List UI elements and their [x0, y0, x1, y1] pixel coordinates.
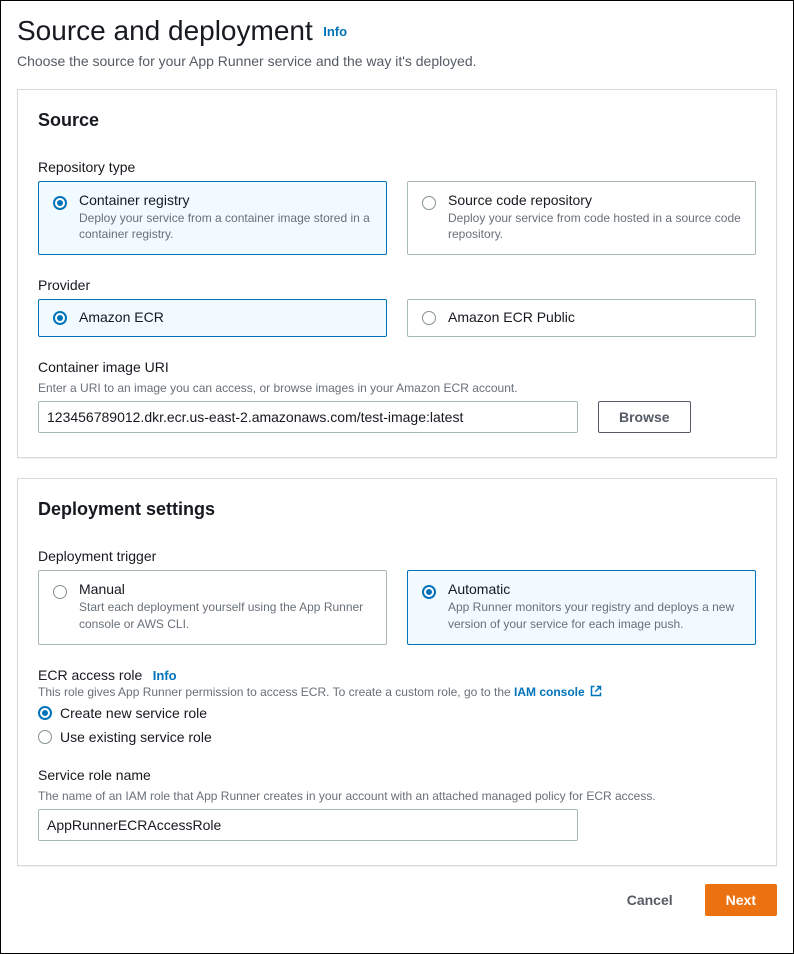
- tile-desc: App Runner monitors your registry and de…: [448, 599, 741, 631]
- tile-container-registry[interactable]: Container registry Deploy your service f…: [38, 181, 387, 255]
- ecr-role-info-link[interactable]: Info: [153, 668, 177, 683]
- radio-use-existing-role[interactable]: Use existing service role: [38, 729, 756, 745]
- ecr-role-hint-text: This role gives App Runner permission to…: [38, 685, 514, 699]
- container-uri-label: Container image URI: [38, 359, 756, 375]
- source-panel-title: Source: [38, 110, 756, 131]
- browse-button[interactable]: Browse: [598, 401, 691, 433]
- radio-icon: [422, 585, 436, 599]
- service-role-name-field: Service role name The name of an IAM rol…: [38, 767, 756, 841]
- container-uri-field: Container image URI Enter a URI to an im…: [38, 359, 756, 433]
- iam-console-link[interactable]: IAM console: [514, 685, 585, 699]
- page-title: Source and deployment: [17, 15, 313, 46]
- ecr-access-role-field: ECR access role Info This role gives App…: [38, 667, 756, 745]
- deployment-panel: Deployment settings Deployment trigger M…: [17, 478, 777, 865]
- tile-desc: Start each deployment yourself using the…: [79, 599, 372, 631]
- radio-icon: [422, 311, 436, 325]
- radio-label: Create new service role: [60, 705, 207, 721]
- tile-amazon-ecr[interactable]: Amazon ECR: [38, 299, 387, 337]
- tile-title: Container registry: [79, 192, 372, 208]
- external-link-icon: [590, 685, 602, 697]
- container-uri-input[interactable]: [38, 401, 578, 433]
- deployment-trigger-field: Deployment trigger Manual Start each dep…: [38, 548, 756, 644]
- page-description: Choose the source for your App Runner se…: [17, 53, 777, 69]
- radio-icon: [38, 730, 52, 744]
- page-header: Source and deployment Info Choose the so…: [17, 15, 777, 69]
- provider-field: Provider Amazon ECR Amazon ECR Public: [38, 277, 756, 337]
- service-role-name-label: Service role name: [38, 767, 756, 783]
- radio-icon: [38, 706, 52, 720]
- tile-title: Amazon ECR: [79, 309, 372, 325]
- tile-title: Amazon ECR Public: [448, 309, 741, 325]
- service-role-name-input[interactable]: [38, 809, 578, 841]
- provider-label: Provider: [38, 277, 756, 293]
- tile-title: Automatic: [448, 581, 741, 597]
- tile-title: Source code repository: [448, 192, 741, 208]
- radio-create-new-role[interactable]: Create new service role: [38, 705, 756, 721]
- service-role-name-hint: The name of an IAM role that App Runner …: [38, 789, 756, 803]
- cancel-button[interactable]: Cancel: [607, 884, 693, 916]
- ecr-access-role-hint: This role gives App Runner permission to…: [38, 685, 756, 699]
- deployment-trigger-label: Deployment trigger: [38, 548, 756, 564]
- deployment-panel-title: Deployment settings: [38, 499, 756, 520]
- tile-desc: Deploy your service from a container ima…: [79, 210, 372, 242]
- footer-actions: Cancel Next: [17, 884, 777, 916]
- repository-type-field: Repository type Container registry Deplo…: [38, 159, 756, 255]
- repository-type-label: Repository type: [38, 159, 756, 175]
- info-link[interactable]: Info: [323, 24, 347, 39]
- source-panel: Source Repository type Container registr…: [17, 89, 777, 458]
- tile-desc: Deploy your service from code hosted in …: [448, 210, 741, 242]
- tile-automatic[interactable]: Automatic App Runner monitors your regis…: [407, 570, 756, 644]
- ecr-access-role-label: ECR access role: [38, 667, 142, 683]
- tile-manual[interactable]: Manual Start each deployment yourself us…: [38, 570, 387, 644]
- radio-icon: [53, 585, 67, 599]
- next-button[interactable]: Next: [705, 884, 777, 916]
- radio-label: Use existing service role: [60, 729, 212, 745]
- tile-source-code-repo[interactable]: Source code repository Deploy your servi…: [407, 181, 756, 255]
- tile-title: Manual: [79, 581, 372, 597]
- radio-icon: [53, 311, 67, 325]
- tile-amazon-ecr-public[interactable]: Amazon ECR Public: [407, 299, 756, 337]
- radio-icon: [422, 196, 436, 210]
- radio-icon: [53, 196, 67, 210]
- container-uri-hint: Enter a URI to an image you can access, …: [38, 381, 756, 395]
